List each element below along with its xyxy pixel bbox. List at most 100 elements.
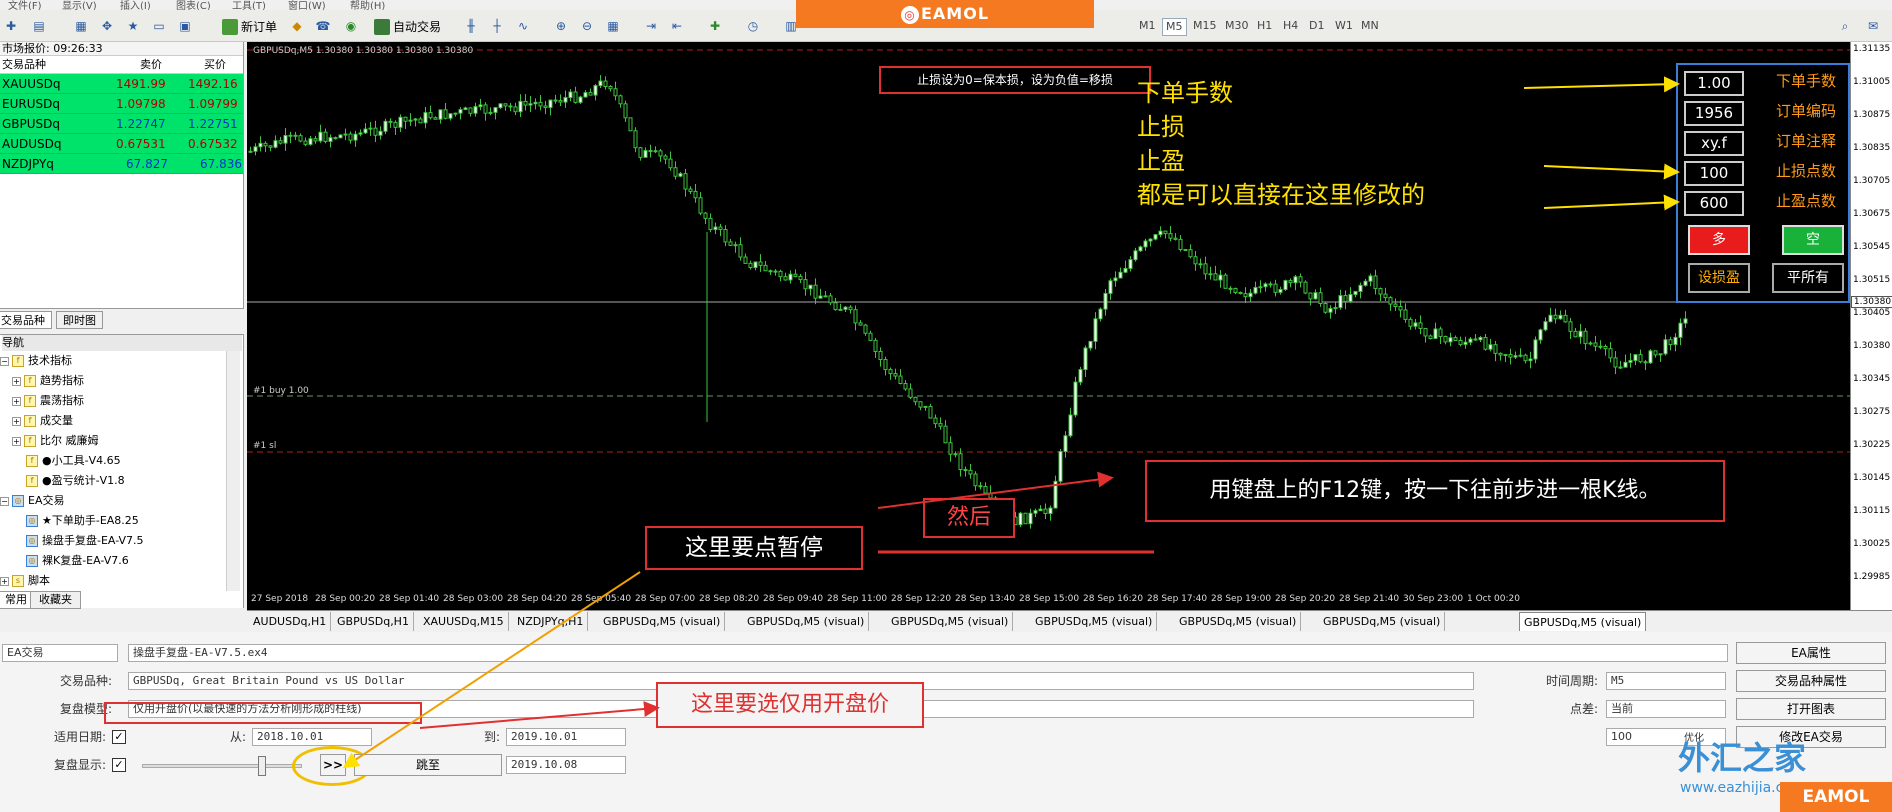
use-date-checkbox[interactable]: ✓ (112, 730, 126, 744)
nav-volumes[interactable]: + f 成交量 (12, 413, 73, 429)
auto-trading-button[interactable]: 自动交易 (370, 16, 446, 36)
sl-input[interactable]: 100 (1684, 161, 1744, 186)
tab-tick-chart[interactable]: 即时图 (56, 311, 103, 329)
tab-chart-nzdjpy-h1[interactable]: NZDJPYq,H1 (513, 612, 589, 631)
tile-icon[interactable]: ▦ (604, 17, 622, 35)
star-icon[interactable]: ★ (124, 17, 142, 35)
profiles-icon[interactable]: ▤ (30, 17, 48, 35)
skip-date-input[interactable]: 2019.10.08 (506, 756, 626, 774)
market-watch-icon[interactable]: ▦ (72, 17, 90, 35)
tf-h4[interactable]: H4 (1280, 18, 1301, 34)
quote-row[interactable]: GBPUSDq 1.22747 1.22751 (0, 114, 243, 134)
collapse-icon[interactable]: − (0, 496, 9, 506)
expand-icon[interactable]: + (12, 396, 21, 406)
nav-trend[interactable]: + f 趋势指标 (12, 373, 84, 389)
lot-input[interactable]: 1.00 (1684, 71, 1744, 96)
chart-shift-icon[interactable]: ⇤ (668, 17, 686, 35)
menu-view[interactable]: 显示(V) (62, 0, 97, 10)
search-icon[interactable]: ⌕ (1836, 17, 1854, 35)
skip-to-button[interactable]: 跳至 (354, 754, 502, 776)
terminal-icon[interactable]: ▭ (150, 17, 168, 35)
menu-file[interactable]: 文件(F) (8, 0, 42, 10)
speed-slider-thumb[interactable] (258, 756, 266, 776)
order-id-input[interactable]: 1956 (1684, 101, 1744, 126)
period-select[interactable]: M5 (1606, 672, 1726, 690)
nav-tool-v465[interactable]: f ●小工具-V4.65 (26, 453, 121, 469)
expand-icon[interactable]: + (12, 376, 21, 386)
tf-mn[interactable]: MN (1358, 18, 1382, 34)
menu-window[interactable]: 窗口(W) (288, 0, 326, 10)
zoom-in-icon[interactable]: ⊕ (552, 17, 570, 35)
sell-button[interactable]: 空 (1782, 225, 1844, 255)
col-bid[interactable]: 卖价 (140, 56, 162, 74)
new-order-button[interactable]: 新订单 (218, 16, 282, 36)
tab-chart-visual[interactable]: GBPUSDq,M5 (visual) (599, 612, 726, 631)
tester-icon[interactable]: ▣ (176, 17, 194, 35)
from-date-input[interactable]: 2018.10.01 (252, 728, 372, 746)
tf-d1[interactable]: D1 (1306, 18, 1327, 34)
tab-chart-gbpusd-h1[interactable]: GBPUSDq,H1 (333, 612, 414, 631)
menu-tools[interactable]: 工具(T) (232, 0, 266, 10)
tab-symbols[interactable]: 交易品种 (0, 311, 52, 329)
nav-ea-order-helper[interactable]: ◎ ★下单助手-EA8.25 (26, 513, 139, 529)
signals-icon[interactable]: ☎ (314, 17, 332, 35)
nav-bill-williams[interactable]: + f 比尔 威廉姆 (12, 433, 99, 449)
quote-row[interactable]: AUDUSDq 0.67531 0.67532 (0, 134, 243, 154)
tf-m30[interactable]: M30 (1222, 18, 1252, 34)
tab-chart-visual-active[interactable]: GBPUSDq,M5 (visual) (1519, 612, 1647, 631)
comment-input[interactable]: xy.f (1684, 131, 1744, 156)
to-date-input[interactable]: 2019.10.01 (506, 728, 626, 746)
zoom-out-icon[interactable]: ⊖ (578, 17, 596, 35)
tab-chart-audusd-h1[interactable]: AUDUSDq,H1 (249, 612, 332, 631)
tester-type-select[interactable]: EA交易 (2, 644, 118, 662)
quote-row[interactable]: NZDJPYq 67.827 67.836 (0, 154, 243, 174)
indicators-icon[interactable]: ✚ (706, 17, 724, 35)
quote-row[interactable]: EURUSDq 1.09798 1.09799 (0, 94, 243, 114)
expand-icon[interactable]: + (12, 416, 21, 426)
globe-icon[interactable]: ◉ (342, 17, 360, 35)
line-chart-icon[interactable]: ∿ (514, 17, 532, 35)
price-chart[interactable]: GBPUSDq,M5 1.30380 1.30380 1.30380 1.303… (247, 42, 1892, 610)
bar-chart-icon[interactable]: ╫ (462, 17, 480, 35)
periods-icon[interactable]: ◷ (744, 17, 762, 35)
speed-slider-track[interactable] (142, 764, 302, 768)
nav-pnl-v18[interactable]: f ●盈亏统计-V1.8 (26, 473, 125, 489)
quote-row[interactable]: XAUUSDq 1491.99 1492.16 (0, 74, 243, 94)
expert-select[interactable]: 操盘手复盘-EA-V7.5.ex4 (128, 644, 1728, 662)
nav-indicators[interactable]: − f 技术指标 (0, 353, 72, 369)
candle-icon[interactable]: ┼ (488, 17, 506, 35)
tf-h1[interactable]: H1 (1254, 18, 1275, 34)
expert-properties-button[interactable]: EA属性 (1736, 642, 1886, 664)
add-icon[interactable]: ✚ (2, 17, 20, 35)
nav-oscillators[interactable]: + f 震荡指标 (12, 393, 84, 409)
set-sltp-button[interactable]: 设损盈 (1688, 263, 1750, 293)
menu-charts[interactable]: 图表(C) (176, 0, 211, 10)
col-symbol[interactable]: 交易品种 (2, 56, 46, 74)
spread-select[interactable]: 当前 (1606, 700, 1726, 718)
tf-w1[interactable]: W1 (1332, 18, 1356, 34)
visual-checkbox[interactable]: ✓ (112, 758, 126, 772)
chat-icon[interactable]: ✉ (1864, 17, 1882, 35)
tab-chart-xauusd-m15[interactable]: XAUUSDq,M15 (419, 612, 509, 631)
buy-button[interactable]: 多 (1688, 225, 1750, 255)
expand-icon[interactable]: + (0, 576, 9, 586)
navigator-scrollbar[interactable] (226, 351, 240, 591)
crosshair-icon[interactable]: ✥ (98, 17, 116, 35)
tab-chart-visual[interactable]: GBPUSDq,M5 (visual) (1319, 612, 1446, 631)
col-ask[interactable]: 买价 (204, 56, 226, 74)
nav-scripts[interactable]: + s 脚本 (0, 573, 50, 589)
nav-ea-replay-v75[interactable]: ◎ 操盘手复盘-EA-V7.5 (26, 533, 144, 549)
nav-ea-nakedk-v76[interactable]: ◎ 裸K复盘-EA-V7.6 (26, 553, 129, 569)
open-chart-button[interactable]: 打开图表 (1736, 698, 1886, 720)
collapse-icon[interactable]: − (0, 356, 9, 366)
expand-icon[interactable]: + (12, 436, 21, 446)
tab-chart-visual[interactable]: GBPUSDq,M5 (visual) (1031, 612, 1158, 631)
tab-favorites[interactable]: 收藏夹 (30, 591, 81, 609)
tf-m1[interactable]: M1 (1136, 18, 1159, 34)
autoscroll-icon[interactable]: ⇥ (642, 17, 660, 35)
editor-icon[interactable]: ◆ (288, 17, 306, 35)
menu-insert[interactable]: 插入(I) (120, 0, 151, 10)
tab-chart-visual[interactable]: GBPUSDq,M5 (visual) (1175, 612, 1302, 631)
menu-help[interactable]: 帮助(H) (350, 0, 385, 10)
symbol-properties-button[interactable]: 交易品种属性 (1736, 670, 1886, 692)
